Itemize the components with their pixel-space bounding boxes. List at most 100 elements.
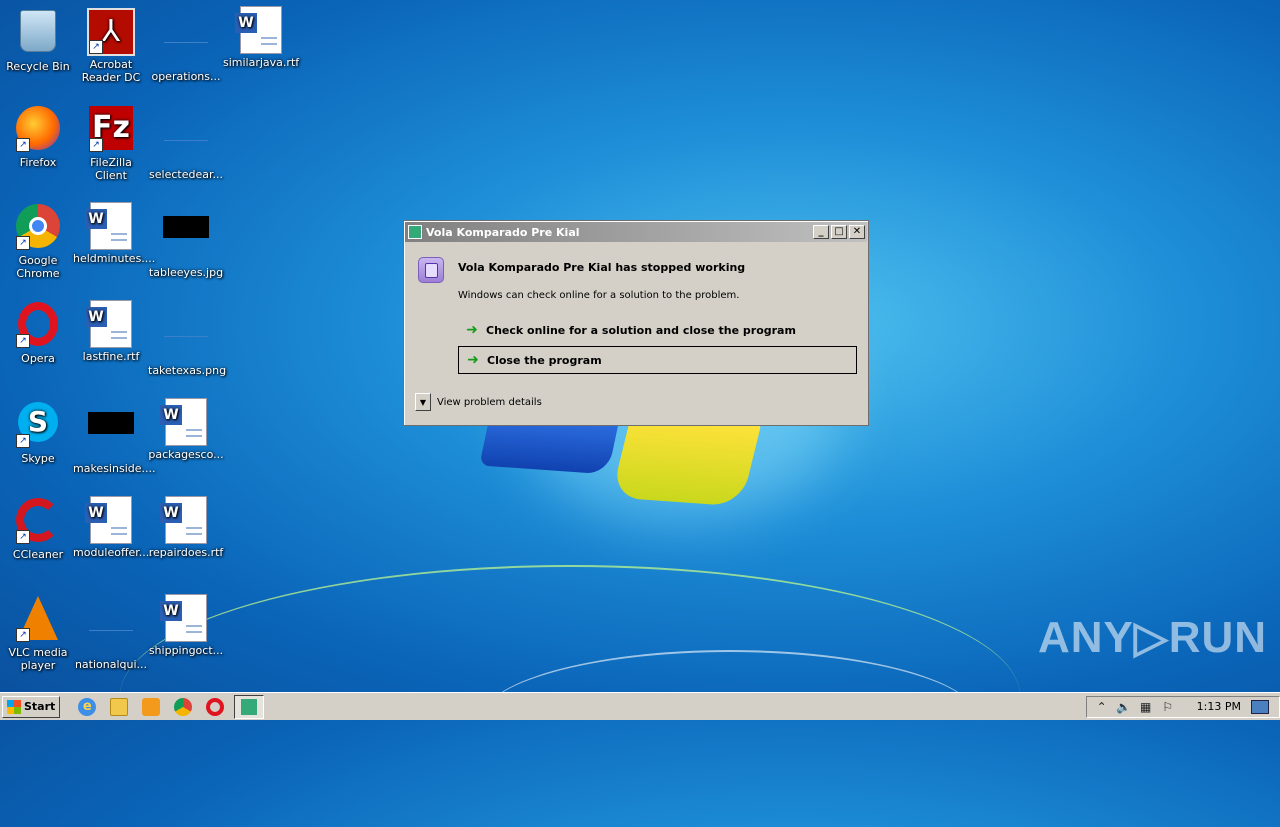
desktop-icon-label: operations... xyxy=(151,70,221,83)
chrome-icon[interactable] xyxy=(174,697,193,716)
network-icon[interactable]: ▦ xyxy=(1138,699,1154,715)
desktop-icon-label: Firefox xyxy=(19,156,57,169)
desktop-icon-moduleoffer[interactable]: W moduleoffer.... xyxy=(73,496,153,559)
word-doc-icon: W xyxy=(160,594,210,642)
error-dialog: Vola Komparado Pre Kial _ □ ✕ Vola Kompa… xyxy=(403,220,869,426)
shortcut-arrow-icon: ↗ xyxy=(16,434,30,448)
filezilla-icon: Fz ↗ xyxy=(87,106,135,154)
view-problem-details[interactable]: ▼ View problem details xyxy=(415,393,542,411)
action-center-flag-icon[interactable]: ⚐ xyxy=(1160,699,1176,715)
desktop-icon-label: repairdoes.rtf xyxy=(148,546,224,559)
desktop-icon-label: Opera xyxy=(21,352,55,365)
desktop-icon-acrobat[interactable]: ⅄ ↗ Acrobat Reader DC xyxy=(73,6,149,84)
desktop-icon-shippingoct[interactable]: W shippingoct... xyxy=(148,594,224,657)
desktop-icon-label: tableeyes.jpg xyxy=(148,266,224,279)
image-thumbnail-icon xyxy=(87,412,135,460)
shortcut-arrow-icon: ↗ xyxy=(16,236,30,250)
recycle-bin-icon xyxy=(14,10,62,58)
desktop-icon-ccleaner[interactable]: ↗ CCleaner xyxy=(0,496,76,561)
skype-icon: S ↗ xyxy=(14,402,62,450)
green-arrow-icon: ➜ xyxy=(467,352,479,368)
desktop-icon-tableeyes[interactable]: tableeyes.jpg xyxy=(148,202,224,279)
maximize-button[interactable]: □ xyxy=(831,225,847,239)
app-icon xyxy=(408,225,422,239)
desktop-icon-label: packagesco... xyxy=(148,448,224,461)
desktop-icon-taketexas[interactable]: taketexas.png xyxy=(148,300,226,377)
check-online-option[interactable]: ➜ Check online for a solution and close … xyxy=(458,316,857,344)
folder-icon[interactable] xyxy=(110,697,129,716)
desktop-icon-google-chrome[interactable]: ↗ Google Chrome xyxy=(0,202,76,280)
shortcut-arrow-icon: ↗ xyxy=(89,138,103,152)
opera-icon: ↗ xyxy=(14,302,62,350)
wallpaper-swoosh xyxy=(480,650,980,792)
show-hidden-icons-icon[interactable]: ⌃ xyxy=(1094,699,1110,715)
desktop-icon-recycle-bin[interactable]: Recycle Bin xyxy=(0,6,76,73)
anyrun-watermark: ANY▷RUN xyxy=(1038,613,1268,662)
desktop-icon-repairdoes[interactable]: W repairdoes.rtf xyxy=(148,496,224,559)
desktop-icon-heldminutes[interactable]: W heldminutes.... xyxy=(73,202,155,265)
windows-flag-icon xyxy=(7,699,21,714)
taskbar: Start e ⌃ 🔈 ▦ ⚐ 1:13 PM xyxy=(0,692,1280,720)
desktop-icon-makesinside[interactable]: makesinside.... xyxy=(73,398,156,475)
option-label: Check online for a solution and close th… xyxy=(486,323,796,337)
desktop-icon-similarjava[interactable]: W similarjava.rtf xyxy=(223,6,299,69)
media-player-icon[interactable] xyxy=(142,697,161,716)
desktop-icon-label: Google Chrome xyxy=(16,254,60,280)
option-label: Close the program xyxy=(487,353,602,367)
desktop-icon-label: lastfine.rtf xyxy=(82,350,140,363)
image-thumbnail-icon xyxy=(162,216,210,264)
desktop-icon-label: CCleaner xyxy=(12,548,64,561)
shortcut-arrow-icon: ↗ xyxy=(16,138,30,152)
shortcut-arrow-icon: ↗ xyxy=(16,530,30,544)
desktop-icon-label: makesinside.... xyxy=(73,462,156,475)
word-doc-icon: W xyxy=(85,202,135,250)
desktop-icon-selectedear[interactable]: selectedear... xyxy=(148,104,224,181)
chrome-icon: ↗ xyxy=(14,204,62,252)
desktop-icon-firefox[interactable]: ↗ Firefox xyxy=(0,104,76,169)
close-program-option[interactable]: ➜ Close the program xyxy=(458,346,857,374)
dialog-title: Vola Komparado Pre Kial xyxy=(426,225,580,239)
clock[interactable]: 1:13 PM xyxy=(1197,700,1241,713)
desktop-icon-label: moduleoffer.... xyxy=(73,546,153,559)
green-arrow-icon: ➜ xyxy=(466,322,478,338)
blank-file-icon xyxy=(87,608,135,656)
desktop-icon-operations[interactable]: operations... xyxy=(148,6,224,83)
blank-file-icon xyxy=(162,314,210,362)
word-doc-icon: W xyxy=(85,300,135,348)
app-icon xyxy=(241,698,258,715)
taskbar-app-button[interactable] xyxy=(234,694,265,719)
shortcut-arrow-icon: ↗ xyxy=(16,628,30,642)
acrobat-icon: ⅄ ↗ xyxy=(87,8,135,56)
system-tray: ⌃ 🔈 ▦ ⚐ 1:13 PM xyxy=(1085,695,1280,718)
window-controls: _ □ ✕ xyxy=(813,225,865,239)
word-doc-icon: W xyxy=(85,496,135,544)
chevron-down-icon[interactable]: ▼ xyxy=(415,393,431,411)
desktop-icon-vlc[interactable]: ↗ VLC media player xyxy=(0,594,76,672)
dialog-titlebar[interactable]: Vola Komparado Pre Kial _ □ ✕ xyxy=(405,222,867,242)
desktop-icon-skype[interactable]: S ↗ Skype xyxy=(0,398,76,465)
desktop-icon-opera[interactable]: ↗ Opera xyxy=(0,300,76,365)
ccleaner-icon: ↗ xyxy=(14,498,62,546)
desktop-icon-packagesco[interactable]: W packagesco... xyxy=(148,398,224,461)
dialog-heading: Vola Komparado Pre Kial has stopped work… xyxy=(458,261,746,274)
blank-file-icon xyxy=(162,20,210,68)
opera-icon[interactable] xyxy=(206,697,225,716)
shortcut-arrow-icon: ↗ xyxy=(16,334,30,348)
desktop-icon-filezilla[interactable]: Fz ↗ FileZilla Client xyxy=(73,104,149,182)
show-desktop-button[interactable] xyxy=(1251,699,1269,714)
shortcut-arrow-icon: ↗ xyxy=(89,40,103,54)
desktop-icon-label: VLC media player xyxy=(8,646,68,672)
internet-explorer-icon[interactable]: e xyxy=(78,697,97,716)
volume-icon[interactable]: 🔈 xyxy=(1116,699,1132,715)
desktop-icon-label: Recycle Bin xyxy=(6,60,70,73)
windows-logo-yellow-pane xyxy=(610,415,762,507)
start-label: Start xyxy=(24,700,56,713)
details-label: View problem details xyxy=(437,396,542,408)
minimize-button[interactable]: _ xyxy=(813,225,829,239)
firefox-icon: ↗ xyxy=(14,106,62,154)
dialog-message: Windows can check online for a solution … xyxy=(458,290,740,301)
close-button[interactable]: ✕ xyxy=(849,225,865,239)
desktop-icon-nationalqui[interactable]: nationalqui... xyxy=(73,594,149,671)
start-button[interactable]: Start xyxy=(2,695,61,718)
desktop-icon-lastfine[interactable]: W lastfine.rtf xyxy=(73,300,149,363)
